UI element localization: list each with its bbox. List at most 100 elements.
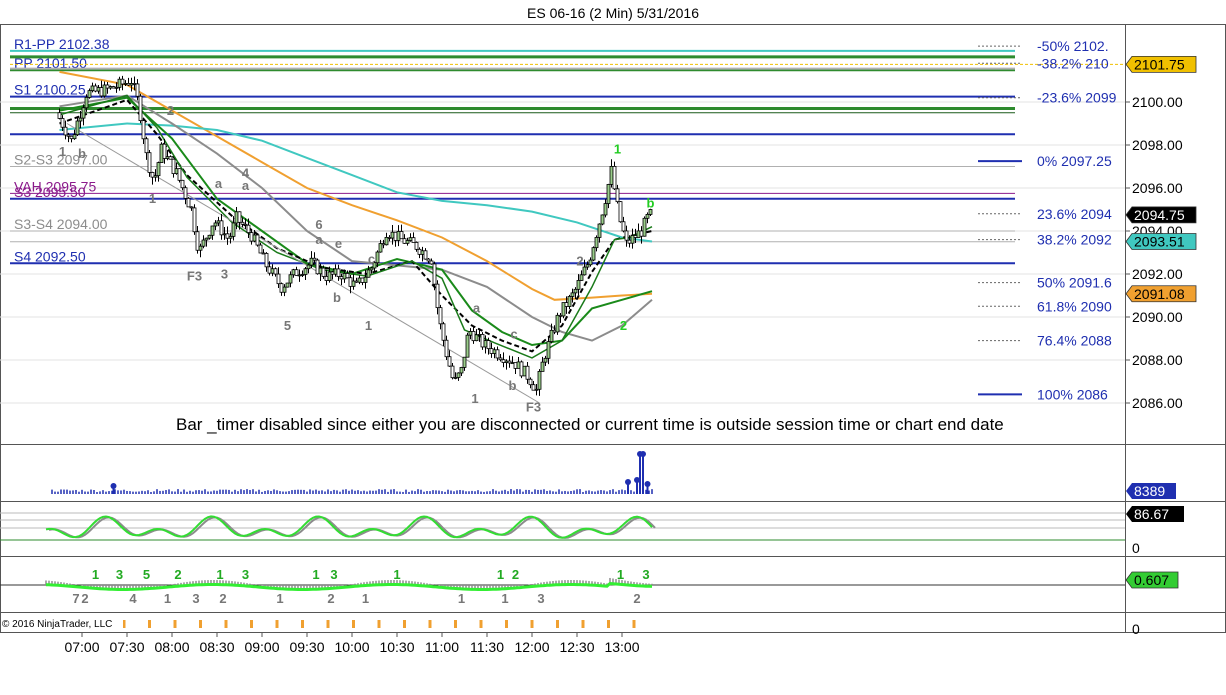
count-label: 3 (192, 591, 199, 606)
signal-marker (377, 620, 381, 628)
badge-label: 2091.08 (1134, 286, 1185, 302)
candle-body (573, 288, 578, 294)
wave-label: F3 (187, 268, 202, 283)
price-badge: 2091.08 (1125, 285, 1197, 303)
volume-dot (640, 451, 646, 457)
wave-label: c (368, 251, 375, 266)
candle-body (198, 245, 203, 251)
wave-label: c (510, 327, 517, 342)
candle-body (471, 331, 476, 342)
candle-body (522, 365, 527, 377)
x-tick-label: 12:30 (559, 639, 594, 655)
wave-label: b (333, 290, 341, 305)
candle-body (390, 231, 395, 239)
candle-body (129, 83, 134, 86)
candle-body (144, 138, 149, 154)
candle-body (111, 86, 116, 89)
candle-body (609, 166, 614, 185)
candle-body (543, 357, 548, 363)
fib-label: 38.2% 2092 (1037, 232, 1112, 248)
candle-body (63, 126, 68, 136)
candle-body (69, 135, 74, 140)
fib-label: -38.2% 210 (1037, 55, 1109, 71)
candle-body (483, 340, 488, 348)
candle-body (84, 97, 89, 109)
candle-body (219, 220, 224, 236)
fib-label: -50% 2102. (1037, 38, 1109, 54)
candle-body (342, 273, 347, 280)
candle-body (90, 85, 95, 92)
wave-label: 3 (221, 266, 228, 281)
count-label: 2 (81, 591, 88, 606)
x-tick-label: 11:00 (425, 639, 459, 655)
badge-label: 0.607 (1134, 572, 1169, 588)
price-level-label: R1-PP 2102.38 (14, 36, 110, 52)
candle-body (231, 222, 236, 237)
count-label: 2 (219, 591, 226, 606)
candle-body (270, 268, 275, 274)
candle-body (387, 237, 392, 239)
momentum-badge: 0.607 (1125, 571, 1179, 589)
stoch-badge: 86.67 (1126, 506, 1184, 522)
candle-body (333, 268, 338, 275)
candle-body (162, 143, 167, 159)
candle-body (150, 172, 155, 178)
signal-marker (479, 620, 483, 628)
count-label: 1 (276, 591, 283, 606)
candle-body (276, 273, 281, 285)
wave-label: 5 (284, 318, 291, 333)
fib-label: -23.6% 2099 (1037, 90, 1117, 106)
y-tick-label: 2098.00 (1132, 137, 1183, 153)
signal-marker (530, 620, 534, 628)
fib-label: 76.4% 2088 (1037, 333, 1112, 349)
candle-body (393, 231, 398, 241)
candle-body (381, 243, 386, 246)
chart-canvas[interactable]: ES 06-16 (2 Min) 5/31/2016 R1-PP 2102.38… (0, 0, 1226, 695)
candle-body (258, 244, 263, 254)
x-tick-label: 13:00 (604, 639, 639, 655)
candle-body (417, 248, 422, 255)
candle-body (615, 188, 620, 203)
candle-body (636, 230, 641, 238)
candle-body (597, 223, 602, 238)
candle-body (345, 273, 350, 279)
candle-body (216, 220, 221, 224)
candle-body (102, 84, 107, 97)
candle-body (222, 233, 227, 236)
candle-body (444, 339, 449, 358)
candle-body (108, 86, 113, 89)
x-tick-label: 07:00 (64, 639, 99, 655)
candle-body (153, 175, 158, 178)
candle-body (429, 260, 434, 265)
candle-body (639, 230, 644, 237)
candle-body (348, 277, 353, 287)
candle-body (285, 282, 290, 288)
signal-marker (148, 620, 151, 628)
wave-label: 2 (620, 318, 627, 333)
candle-body (450, 365, 455, 379)
count-label: 4 (129, 591, 137, 606)
candle-body (621, 221, 626, 232)
candle-body (93, 85, 98, 92)
candle-body (105, 84, 110, 89)
candle-body (519, 361, 524, 377)
signal-marker (556, 620, 559, 628)
candle-body (645, 214, 650, 219)
wave-label: 1 (149, 191, 156, 206)
candle-body (264, 253, 269, 268)
price-badge: 2093.51 (1125, 233, 1197, 250)
candle-body (579, 274, 584, 281)
candle-body (540, 361, 545, 372)
candle-body (336, 268, 341, 277)
candle-body (465, 334, 470, 358)
fib-label: 0% 2097.25 (1037, 153, 1112, 169)
x-tick-label: 08:30 (199, 639, 234, 655)
candle-body (297, 274, 302, 277)
candle-body (513, 362, 518, 369)
candle-body (510, 362, 515, 365)
candle-body (177, 168, 182, 181)
candle-body (504, 360, 509, 363)
candle-body (66, 134, 71, 137)
candle-body (204, 237, 209, 241)
candle-body (201, 239, 206, 247)
